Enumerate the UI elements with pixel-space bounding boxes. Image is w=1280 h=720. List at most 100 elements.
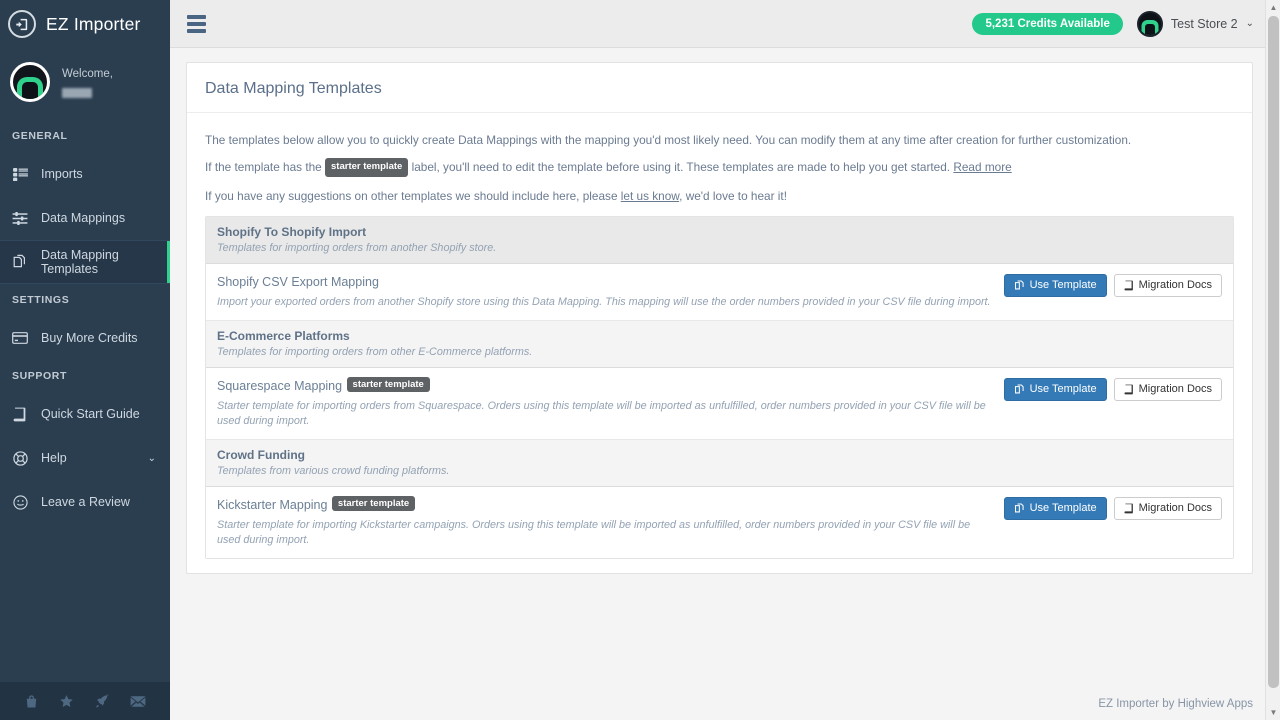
table-row: Squarespace Mapping starter template Sta… xyxy=(206,367,1233,441)
nav-section-settings: SETTINGS xyxy=(12,294,70,306)
group-subtitle: Templates for importing orders from othe… xyxy=(217,345,533,358)
scroll-up-arrow-icon[interactable]: ▲ xyxy=(1266,0,1280,15)
store-switcher[interactable]: Test Store 2 ⌄ xyxy=(1136,10,1254,37)
hamburger-icon[interactable] xyxy=(184,12,209,36)
topbar: 5,231 Credits Available Test Store 2 ⌄ xyxy=(170,0,1280,48)
avatar xyxy=(10,62,50,102)
use-template-label: Use Template xyxy=(1029,278,1097,291)
book-icon xyxy=(1124,503,1134,514)
migration-docs-button[interactable]: Migration Docs xyxy=(1113,273,1222,297)
template-actions: Use Template Migration Docs xyxy=(1003,496,1222,521)
main-region: 5,231 Credits Available Test Store 2 ⌄ D… xyxy=(170,0,1280,720)
copy-files-icon xyxy=(1014,384,1025,395)
scroll-down-arrow-icon[interactable]: ▼ xyxy=(1266,705,1280,720)
footer-credit: EZ Importer by Highview Apps xyxy=(1098,698,1253,710)
migration-docs-button[interactable]: Migration Docs xyxy=(1113,377,1222,402)
sign-in-icon xyxy=(8,10,36,38)
sidebar-item-quick-start-guide[interactable]: Quick Start Guide xyxy=(0,392,170,436)
welcome-block: Welcome, xyxy=(0,48,170,120)
migration-docs-label: Migration Docs xyxy=(1138,502,1212,515)
group-title: Crowd Funding xyxy=(217,448,305,463)
nav-section-support: SUPPORT xyxy=(12,370,67,382)
store-name: Test Store 2 xyxy=(1170,16,1238,31)
intro-3-after: , we'd love to hear it! xyxy=(679,188,787,203)
let-us-know-link[interactable]: let us know xyxy=(621,189,679,203)
sidebar-item-label: Buy More Credits xyxy=(41,331,138,345)
group-subtitle: Templates from various crowd funding pla… xyxy=(217,465,450,478)
vertical-scrollbar[interactable]: ▲ ▼ xyxy=(1265,0,1280,720)
sidebar-item-label: Imports xyxy=(41,167,83,181)
book-icon xyxy=(1124,384,1134,395)
username-redacted xyxy=(62,87,92,98)
intro-2-before: If the template has the xyxy=(205,160,322,175)
template-info: Squarespace Mapping starter template Sta… xyxy=(217,377,992,429)
intro-paragraph-3: If you have any suggestions on other tem… xyxy=(205,187,1234,205)
life-ring-icon xyxy=(10,450,30,466)
migration-docs-button[interactable]: Migration Docs xyxy=(1113,497,1222,521)
use-template-label: Use Template xyxy=(1029,502,1097,515)
credit-card-icon xyxy=(10,332,30,344)
sidebar-item-buy-more-credits[interactable]: Buy More Credits xyxy=(0,316,170,360)
list-icon xyxy=(10,167,30,181)
brand-title: EZ Importer xyxy=(46,13,141,34)
template-info: Kickstarter Mapping starter template Sta… xyxy=(217,496,992,548)
template-info: Shopify CSV Export Mapping Import your e… xyxy=(217,273,992,310)
table-row: Kickstarter Mapping starter template Sta… xyxy=(206,487,1233,559)
brand[interactable]: EZ Importer xyxy=(0,0,170,48)
starter-template-badge: starter template xyxy=(331,496,416,512)
use-template-button[interactable]: Use Template xyxy=(1003,273,1107,297)
intro-3-before: If you have any suggestions on other tem… xyxy=(205,188,618,203)
sidebar-item-data-mappings[interactable]: Data Mappings xyxy=(0,196,170,240)
topbar-right: 5,231 Credits Available Test Store 2 ⌄ xyxy=(972,10,1254,37)
copy-files-icon xyxy=(10,254,30,270)
credits-badge[interactable]: 5,231 Credits Available xyxy=(972,12,1123,35)
intro-2-after: label, you'll need to edit the template … xyxy=(411,160,951,175)
template-description: Starter template for importing Kickstart… xyxy=(217,519,971,547)
template-description: Starter template for importing orders fr… xyxy=(217,399,986,428)
copy-files-icon xyxy=(1014,280,1025,291)
sidebar-item-label: Data Mapping Templates xyxy=(41,248,119,276)
rocket-icon[interactable] xyxy=(95,693,110,709)
sliders-icon xyxy=(10,211,30,225)
sidebar-item-leave-a-review[interactable]: Leave a Review xyxy=(0,480,170,524)
template-name[interactable]: Squarespace Mapping xyxy=(217,379,342,393)
welcome-text: Welcome, xyxy=(62,66,113,98)
template-group-header: Shopify To Shopify Import Templates for … xyxy=(206,216,1233,264)
sidebar-item-label: Help xyxy=(41,451,67,465)
template-description: Import your exported orders from another… xyxy=(217,295,991,308)
group-title: E-Commerce Platforms xyxy=(217,328,350,343)
store-avatar xyxy=(1136,10,1163,37)
sidebar-item-imports[interactable]: Imports xyxy=(0,152,170,196)
welcome-label: Welcome, xyxy=(62,68,113,81)
group-subtitle: Templates for importing orders from anot… xyxy=(217,241,497,254)
page-footer: EZ Importer by Highview Apps xyxy=(170,688,1280,720)
group-title: Shopify To Shopify Import xyxy=(217,224,367,239)
template-actions: Use Template Migration Docs xyxy=(1003,377,1222,402)
scrollbar-thumb[interactable] xyxy=(1268,16,1279,688)
intro-paragraph-1: The templates below allow you to quickly… xyxy=(205,133,1132,147)
template-actions: Use Template Migration Docs xyxy=(1003,273,1222,297)
app-root: EZ Importer Welcome, GENERAL Imports Dat… xyxy=(0,0,1280,720)
sidebar: EZ Importer Welcome, GENERAL Imports Dat… xyxy=(0,0,170,720)
template-name[interactable]: Kickstarter Mapping xyxy=(217,498,327,512)
chevron-down-icon: ⌄ xyxy=(147,452,156,464)
sidebar-item-label: Data Mappings xyxy=(41,211,126,225)
migration-docs-label: Migration Docs xyxy=(1138,382,1212,395)
shopping-bag-icon[interactable] xyxy=(24,694,39,709)
use-template-button[interactable]: Use Template xyxy=(1003,377,1107,402)
templates-list: Shopify To Shopify Import Templates for … xyxy=(205,215,1234,560)
use-template-button[interactable]: Use Template xyxy=(1003,497,1107,521)
read-more-link[interactable]: Read more xyxy=(953,160,1011,174)
sidebar-item-data-mapping-templates[interactable]: Data Mapping Templates xyxy=(0,240,170,284)
nav-section-general: GENERAL xyxy=(12,130,68,142)
star-icon[interactable] xyxy=(59,694,74,709)
sidebar-item-help[interactable]: Help ⌄ xyxy=(0,436,170,480)
starter-template-badge: starter template xyxy=(325,157,409,177)
smiley-icon xyxy=(10,494,30,510)
templates-card: Data Mapping Templates The templates bel… xyxy=(186,62,1253,575)
sidebar-item-label: Quick Start Guide xyxy=(41,407,140,421)
envelope-icon[interactable] xyxy=(130,695,146,708)
template-name[interactable]: Shopify CSV Export Mapping xyxy=(217,275,379,289)
starter-template-badge: starter template xyxy=(346,377,430,393)
card-body: The templates below allow you to quickly… xyxy=(187,113,1252,573)
